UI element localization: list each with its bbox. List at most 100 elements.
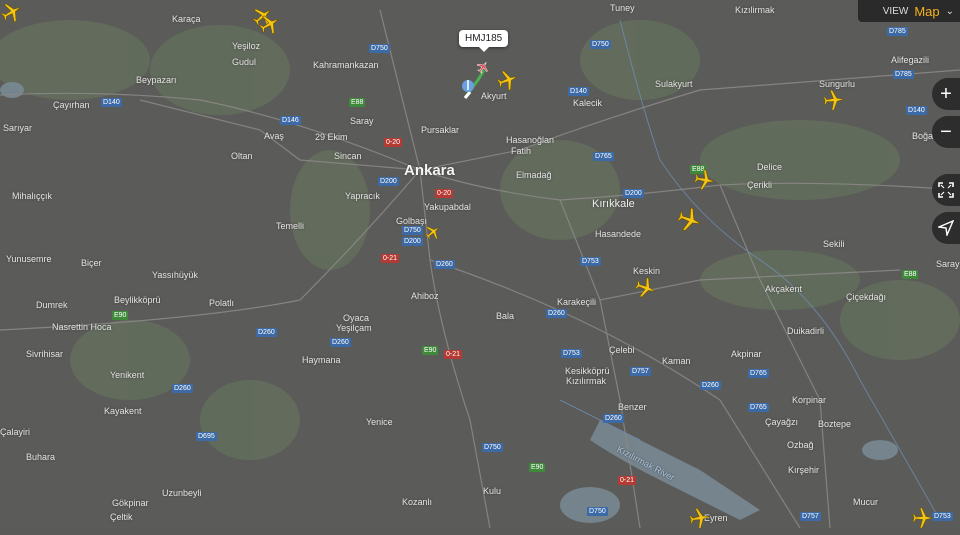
map-canvas[interactable]: Karaça Yeşiloz Gudul Beypazarı Çayırhan …	[0, 0, 960, 530]
aircraft-icon[interactable]	[258, 12, 282, 36]
place-label: Yassıhüyük	[152, 270, 198, 280]
place-label: Akyurt	[481, 91, 507, 101]
aircraft-icon[interactable]	[911, 506, 935, 530]
place-label: Saray	[936, 259, 960, 269]
place-label: Çalayiri	[0, 427, 31, 437]
place-label: Kozanlı	[402, 497, 433, 507]
zoom-out-label: −	[940, 120, 952, 143]
place-label: Çeltik	[110, 512, 133, 522]
place-label: Boztepe	[818, 419, 852, 429]
place-label: Biçer	[81, 258, 102, 268]
fullscreen-icon	[938, 182, 954, 198]
town-label-kirikkale: Kırıkkale	[592, 198, 635, 210]
zoom-out-button[interactable]: −	[932, 116, 960, 148]
place-label: Çerikli	[747, 180, 773, 190]
place-label: Kaman	[662, 356, 691, 366]
place-label: Beypazarı	[136, 75, 177, 85]
place-label: Uzunbeyli	[162, 488, 202, 498]
road-shield: D757	[630, 367, 651, 376]
aircraft-icon[interactable]	[693, 168, 717, 192]
chevron-down-icon[interactable]: ⌄	[946, 6, 954, 17]
aircraft-icon[interactable]	[0, 0, 24, 24]
aircraft-icon[interactable]	[676, 206, 704, 234]
place-label: Duikadirli	[787, 326, 825, 336]
zoom-in-label: +	[940, 82, 952, 105]
road-shield: D750	[369, 44, 390, 53]
zoom-in-button[interactable]: +	[932, 78, 960, 110]
aircraft-icon[interactable]	[688, 506, 712, 530]
place-label: Avaş	[264, 131, 284, 141]
place-label: Çayırhan	[53, 100, 90, 110]
road-shield: D260	[330, 338, 351, 347]
locate-button[interactable]	[932, 212, 960, 244]
place-label: Yeşilçam	[336, 323, 372, 333]
place-label: Korpinar	[792, 395, 827, 405]
road-shield: D260	[603, 414, 624, 423]
place-label: Kulu	[483, 486, 502, 496]
road-shield: E90	[422, 346, 439, 355]
place-label: Yenice	[366, 417, 393, 427]
road-shield: D750	[587, 507, 608, 516]
place-label: Yakupabdal	[424, 202, 471, 212]
place-label: Akpinar	[731, 349, 762, 359]
place-label: Alifegazili	[891, 55, 930, 65]
road-shield: 0-20	[384, 138, 403, 147]
place-label: Sekili	[823, 239, 845, 249]
place-label: Sivrihisar	[26, 349, 64, 359]
road-shield: D750	[590, 40, 611, 49]
road-shield: D200	[623, 189, 644, 198]
place-label: Nasrettin Hoca	[52, 322, 112, 332]
road-shield: 0-20	[435, 189, 454, 198]
road-shield: D765	[593, 152, 614, 161]
origin-pin-icon	[462, 80, 474, 92]
city-label-ankara: Ankara	[404, 162, 455, 179]
road-shield: D260	[172, 384, 193, 393]
aircraft-icon[interactable]	[424, 223, 442, 241]
place-label: Akçakent	[765, 284, 803, 294]
place-label: Yapracık	[345, 191, 380, 201]
view-label: VIEW	[882, 5, 909, 17]
place-label: Gudul	[232, 57, 257, 67]
road-shield: E90	[112, 311, 129, 320]
place-label: Fatih	[511, 146, 532, 156]
place-label: Delice	[757, 162, 783, 172]
road-shield: D146	[280, 116, 301, 125]
map-type-label[interactable]: Map	[914, 4, 939, 19]
fullscreen-button[interactable]	[932, 174, 960, 206]
place-label: Saray	[350, 116, 374, 126]
place-label: Polatlı	[209, 298, 235, 308]
place-label: Kalecik	[573, 98, 603, 108]
road-shield: D140	[101, 98, 122, 107]
place-label: Ozbağ	[787, 440, 814, 450]
road-shield: D753	[932, 512, 953, 521]
place-label: Çiçekdağı	[846, 292, 887, 302]
road-shield: E88	[349, 98, 366, 107]
aircraft-icon[interactable]	[496, 68, 520, 92]
view-selector[interactable]: VIEW Map ⌄	[858, 0, 960, 22]
place-label: Yunusemre	[6, 254, 52, 264]
place-label: Yenikent	[110, 370, 145, 380]
road-shield: D765	[748, 403, 769, 412]
road-shield: 0-21	[618, 476, 637, 485]
place-label: Hasanoğlan	[506, 135, 555, 145]
place-label: Tuney	[610, 3, 635, 13]
place-label: Karakeçili	[557, 297, 597, 307]
road-shield: D260	[434, 260, 455, 269]
place-label: Elmadağ	[516, 170, 552, 180]
aircraft-icon[interactable]	[822, 88, 846, 112]
road-shield: D200	[402, 237, 423, 246]
road-shield: D785	[893, 70, 914, 79]
place-label: Kızılırmak	[566, 376, 607, 386]
place-label: 29 Ekim	[315, 132, 348, 142]
place-label: Çayağzı	[765, 417, 799, 427]
aircraft-icon[interactable]	[634, 276, 658, 300]
road-shield: D753	[561, 349, 582, 358]
place-label: Haymana	[302, 355, 341, 365]
road-shield: 0-21	[444, 350, 463, 359]
road-shield: E90	[529, 463, 546, 472]
flight-callout[interactable]: HMJ185	[459, 30, 509, 52]
place-label: Sulakyurt	[655, 79, 693, 89]
selected-aircraft-icon[interactable]	[476, 60, 490, 74]
place-label: Gökpinar	[112, 498, 149, 508]
place-label: Kesikköprü	[565, 366, 610, 376]
